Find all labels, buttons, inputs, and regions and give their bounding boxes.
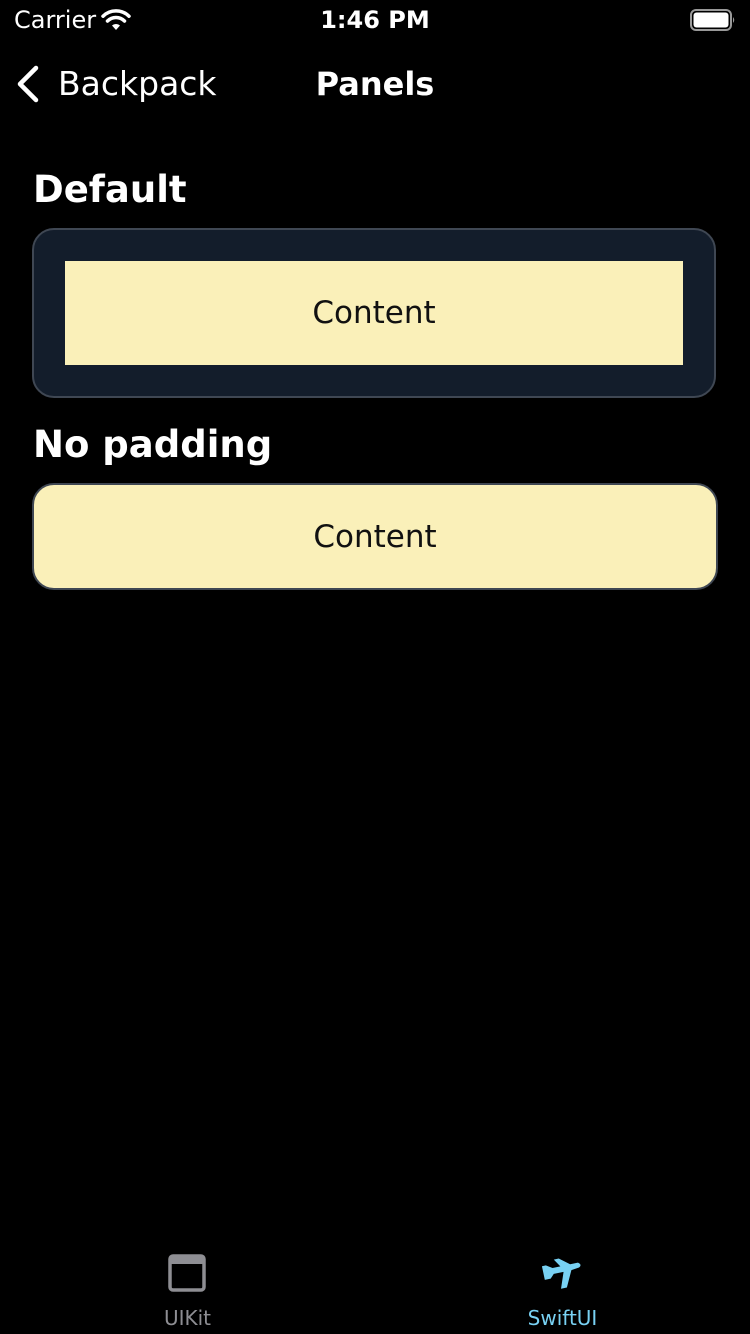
status-bar: Carrier 1:46 PM xyxy=(0,0,750,40)
tab-label-uikit: UIKit xyxy=(163,1306,212,1330)
tab-label-swiftui: SwiftUI xyxy=(527,1306,598,1330)
panel-content-label: Content xyxy=(313,518,437,555)
navigation-bar: Backpack Panels xyxy=(0,44,750,124)
window-icon xyxy=(168,1254,206,1292)
tab-swiftui[interactable]: SwiftUI xyxy=(375,1236,750,1334)
panel-default: Content xyxy=(32,228,716,398)
battery-icon xyxy=(690,9,735,31)
tab-uikit[interactable]: UIKit xyxy=(0,1236,375,1334)
page-title: Panels xyxy=(315,65,435,103)
status-time: 1:46 PM xyxy=(320,6,430,34)
panel-no-padding: Content xyxy=(32,483,718,590)
section-title-no-padding: No padding xyxy=(33,423,273,466)
tab-bar: UIKit SwiftUI xyxy=(0,1236,750,1334)
panel-content-label: Content xyxy=(312,295,436,331)
airplane-icon xyxy=(542,1258,581,1289)
section-title-default: Default xyxy=(33,168,187,211)
panel-content: Content xyxy=(65,261,683,365)
